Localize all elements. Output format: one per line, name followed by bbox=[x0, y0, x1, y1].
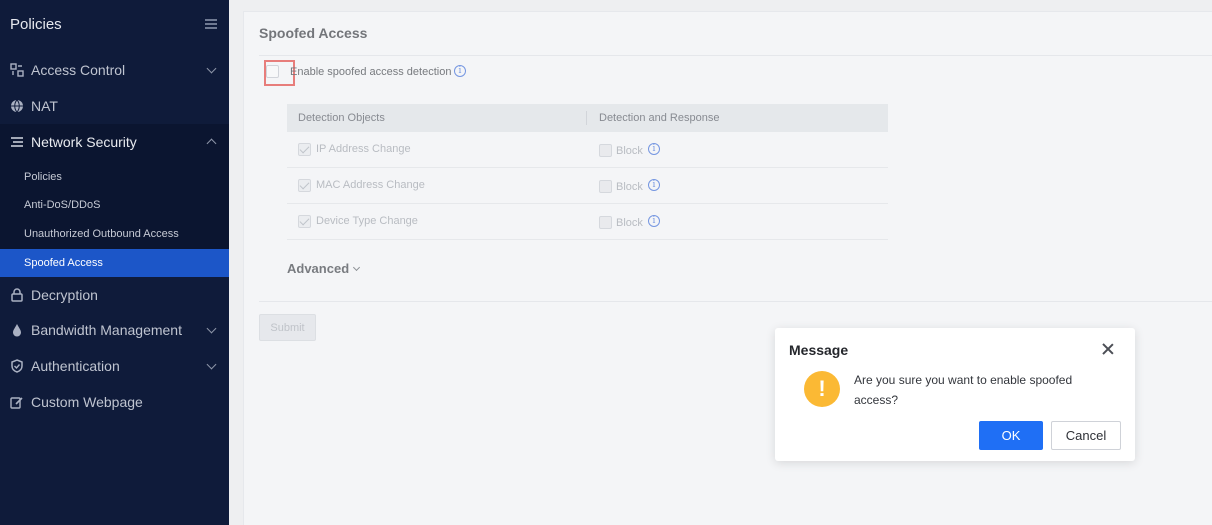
sidebar-item-label: Network Security bbox=[31, 134, 137, 150]
network-security-submenu: Policies Anti-DoS/DDoS Unauthorized Outb… bbox=[0, 160, 229, 277]
sidebar-item-network-security[interactable]: Network Security bbox=[0, 124, 229, 160]
sidebar-item-decryption[interactable]: Decryption bbox=[0, 277, 229, 313]
sidebar-item-custom-webpage[interactable]: Custom Webpage bbox=[0, 384, 229, 420]
sidebar-subitem-spoofed-access[interactable]: Spoofed Access bbox=[0, 249, 229, 277]
chevron-down-icon bbox=[206, 359, 217, 370]
sidebar-item-label: Authentication bbox=[31, 358, 120, 374]
sidebar-item-label: Decryption bbox=[31, 287, 98, 303]
access-control-icon bbox=[10, 63, 24, 77]
drop-icon bbox=[10, 323, 24, 337]
cancel-button[interactable]: Cancel bbox=[1051, 421, 1121, 450]
chevron-down-icon bbox=[206, 63, 217, 74]
edit-page-icon bbox=[10, 395, 24, 409]
sidebar-subitem-unauthorized-outbound[interactable]: Unauthorized Outbound Access bbox=[0, 220, 229, 248]
sidebar-item-nat[interactable]: NAT bbox=[0, 88, 229, 124]
lock-icon bbox=[10, 288, 24, 302]
confirm-dialog: Message ! Are you sure you want to enabl… bbox=[775, 328, 1135, 461]
sidebar-title: Policies bbox=[10, 16, 62, 33]
sidebar-item-label: Access Control bbox=[31, 62, 126, 78]
globe-icon bbox=[10, 99, 24, 113]
sidebar-item-access-control[interactable]: Access Control bbox=[0, 52, 229, 88]
sidebar-item-authentication[interactable]: Authentication bbox=[0, 348, 229, 384]
dialog-title: Message bbox=[789, 342, 849, 358]
sidebar-item-label: NAT bbox=[31, 98, 58, 114]
ok-button[interactable]: OK bbox=[979, 421, 1043, 450]
collapse-sidebar-icon[interactable] bbox=[205, 19, 217, 29]
close-icon[interactable] bbox=[1101, 342, 1115, 356]
warning-icon: ! bbox=[804, 371, 840, 407]
dialog-message: Are you sure you want to enable spoofed … bbox=[854, 373, 1073, 407]
sidebar-subitem-anti-dos[interactable]: Anti-DoS/DDoS bbox=[0, 191, 229, 219]
sidebar-item-label: Bandwidth Management bbox=[31, 322, 182, 338]
shield-check-icon bbox=[10, 359, 24, 373]
sidebar-item-bandwidth-management[interactable]: Bandwidth Management bbox=[0, 312, 229, 348]
sidebar-subitem-policies[interactable]: Policies bbox=[0, 163, 229, 191]
list-icon bbox=[10, 135, 24, 149]
chevron-up-icon bbox=[206, 138, 217, 149]
chevron-down-icon bbox=[206, 323, 217, 334]
sidebar: Policies Access Control NAT Network Secu… bbox=[0, 0, 229, 525]
sidebar-item-label: Custom Webpage bbox=[31, 394, 143, 410]
